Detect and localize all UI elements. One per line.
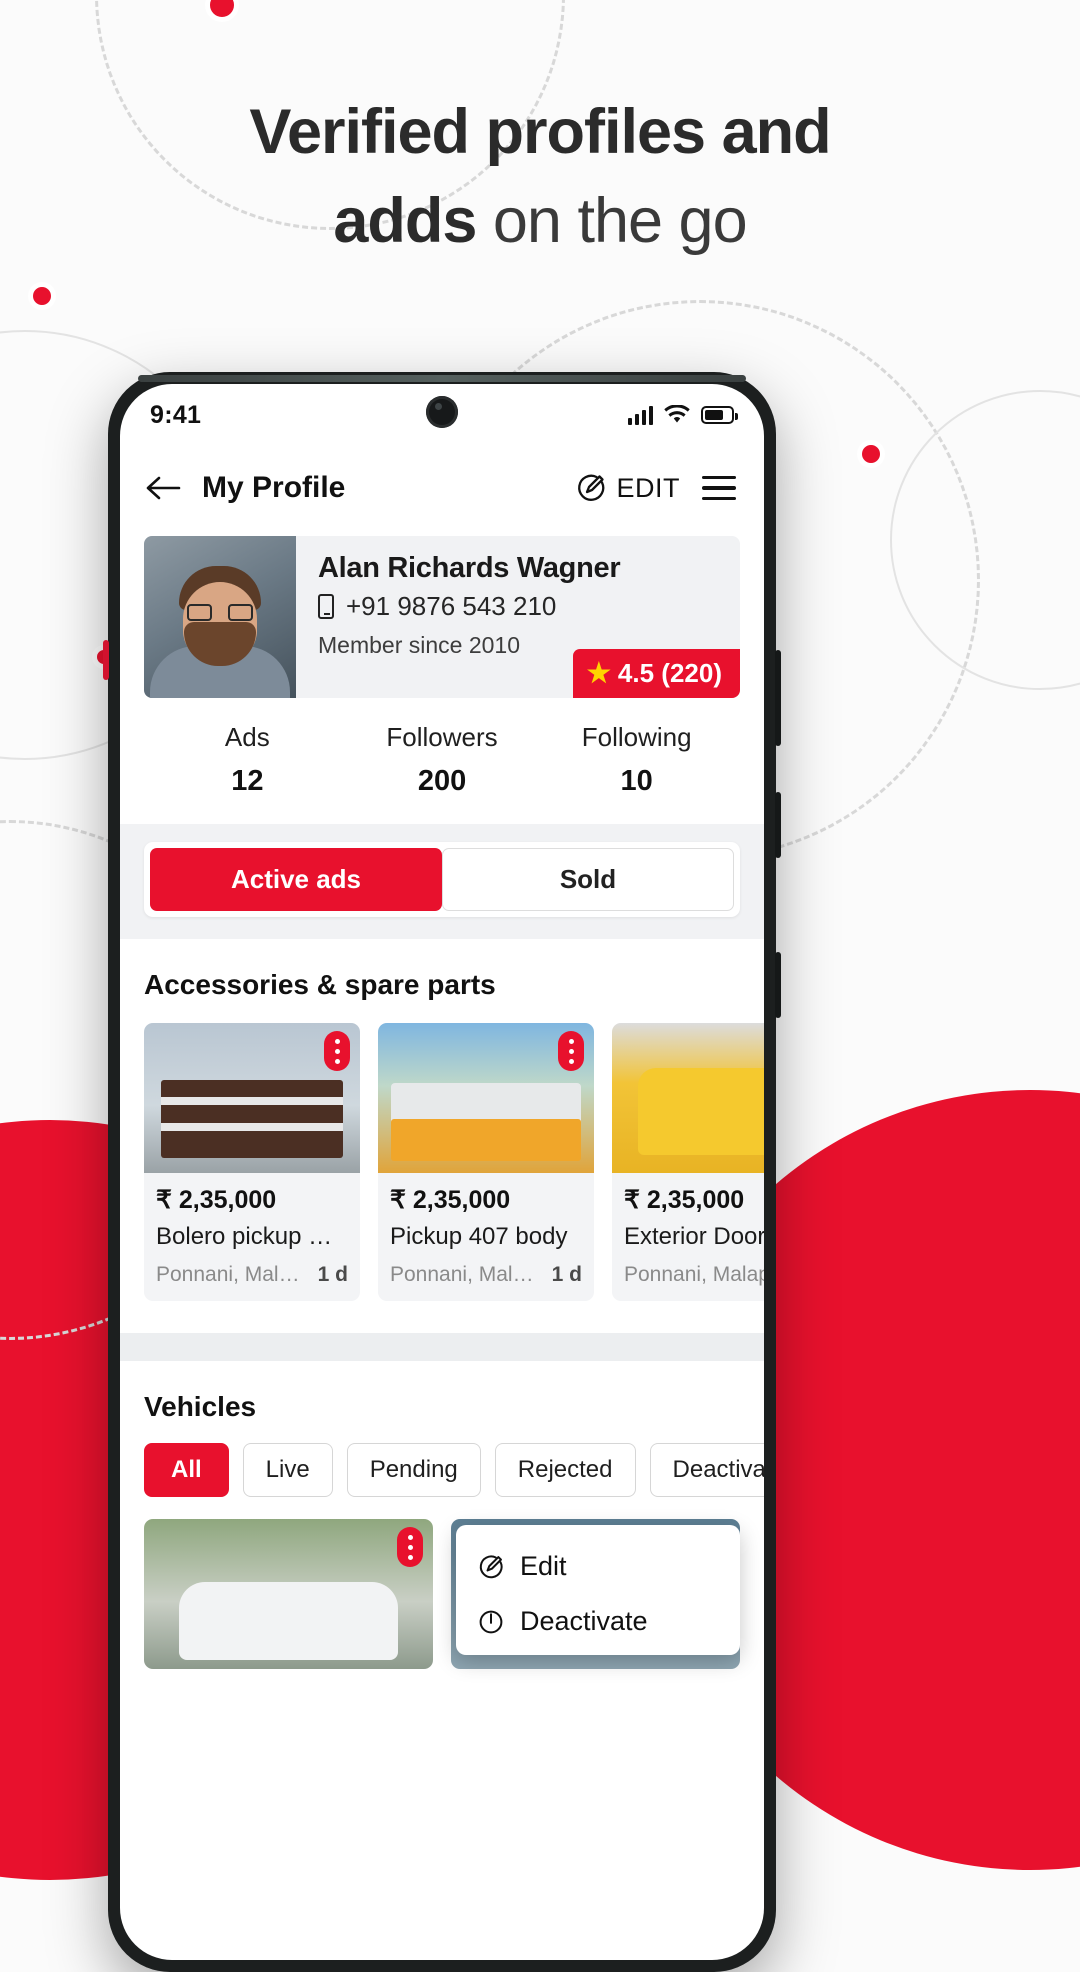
profile-name: Alan Richards Wagner bbox=[318, 552, 621, 584]
stat-followers-label: Followers bbox=[386, 722, 498, 752]
accessories-section: Accessories & spare parts ₹ 2,35,000 Bol… bbox=[120, 939, 764, 1301]
rating-value: 4.5 (220) bbox=[617, 658, 722, 688]
edit-button-label: EDIT bbox=[616, 472, 680, 503]
phone-accent-button bbox=[103, 640, 109, 680]
pencil-edit-icon bbox=[578, 474, 605, 501]
tab-sold[interactable]: Sold bbox=[442, 848, 734, 911]
profile-phone: +91 9876 543 210 bbox=[318, 591, 724, 622]
more-options-icon[interactable] bbox=[397, 1527, 423, 1567]
edit-button[interactable]: EDIT bbox=[576, 473, 680, 504]
more-options-icon[interactable] bbox=[558, 1031, 584, 1071]
battery-icon bbox=[701, 406, 738, 424]
more-options-icon[interactable] bbox=[324, 1031, 350, 1071]
stat-ads-value: 12 bbox=[231, 765, 264, 797]
status-icons bbox=[628, 405, 738, 425]
profile-info: Alan Richards Wagner +91 9876 543 210 Me… bbox=[296, 536, 740, 698]
list-item[interactable] bbox=[144, 1519, 433, 1669]
listing-location: Ponnani, Malapp... bbox=[390, 1263, 544, 1286]
back-arrow-icon[interactable] bbox=[146, 475, 182, 501]
vehicle-filters: All Live Pending Rejected Deactivated bbox=[144, 1443, 764, 1497]
headline-line2-rest: on the go bbox=[476, 186, 748, 257]
stat-ads-label: Ads bbox=[224, 722, 270, 752]
vehicles-section: Vehicles All Live Pending Rejected Deact… bbox=[120, 1361, 764, 1669]
status-time: 9:41 bbox=[150, 400, 202, 429]
deactivate-icon bbox=[479, 1610, 503, 1633]
headline-line2-bold: adds bbox=[333, 186, 477, 257]
phone-volume-up-button bbox=[775, 792, 781, 858]
profile-phone-number: +91 9876 543 210 bbox=[346, 591, 557, 621]
front-camera-icon bbox=[426, 396, 458, 428]
stat-followers-value: 200 bbox=[417, 765, 467, 797]
stat-ads: Ads 12 bbox=[150, 722, 345, 798]
accessories-title: Accessories & spare parts bbox=[144, 969, 496, 1000]
list-item[interactable]: ₹ 2,35,000 Bolero pickup Bac... Ponnani,… bbox=[144, 1023, 360, 1301]
hamburger-menu-icon[interactable] bbox=[700, 472, 738, 504]
menu-item-deactivate[interactable]: Deactivate bbox=[456, 1594, 740, 1649]
profile-card: Alan Richards Wagner +91 9876 543 210 Me… bbox=[144, 536, 740, 698]
phone-volume-down-button bbox=[775, 952, 781, 1018]
listing-location: Ponnani, Malapp... bbox=[156, 1263, 310, 1286]
signal-bars-icon bbox=[628, 405, 653, 425]
phone-mockup: 9:41 My Profile EDIT Alan Richards Wagne… bbox=[103, 372, 781, 1972]
accent-dot-left bbox=[28, 282, 56, 310]
headline-line1: Verified profiles and bbox=[249, 97, 831, 167]
tab-active-ads[interactable]: Active ads bbox=[150, 848, 442, 911]
vehicle-card-list: Edit Deactivate bbox=[144, 1519, 740, 1669]
listing-image bbox=[612, 1023, 764, 1173]
list-item[interactable]: ₹ 2,35,000 Exterior Door Pa Ponnani, Mal… bbox=[612, 1023, 764, 1301]
phone-power-button bbox=[775, 650, 781, 746]
status-bar: 9:41 bbox=[120, 384, 764, 446]
accent-dot-right bbox=[857, 440, 885, 468]
listing-age: 1 d bbox=[317, 1263, 348, 1286]
mobile-phone-icon bbox=[318, 594, 334, 619]
stat-following-label: Following bbox=[581, 722, 692, 752]
wifi-icon bbox=[664, 405, 690, 423]
listing-name: Exterior Door Pa bbox=[624, 1223, 764, 1250]
listing-age: 1 d bbox=[551, 1263, 582, 1286]
context-menu: Edit Deactivate bbox=[456, 1525, 740, 1655]
listing-price: ₹ 2,35,000 bbox=[390, 1186, 511, 1214]
star-icon: ★ bbox=[586, 658, 611, 688]
accessories-card-list: ₹ 2,35,000 Bolero pickup Bac... Ponnani,… bbox=[144, 1023, 764, 1301]
listing-price: ₹ 2,35,000 bbox=[624, 1186, 745, 1214]
profile-stats: Ads 12 Followers 200 Following 10 bbox=[120, 698, 764, 824]
app-bar: My Profile EDIT bbox=[120, 446, 764, 530]
menu-item-deactivate-label: Deactivate bbox=[520, 1606, 648, 1636]
listing-name: Pickup 407 body bbox=[390, 1223, 568, 1250]
filter-rejected[interactable]: Rejected bbox=[494, 1443, 636, 1497]
page-title-label: My Profile bbox=[202, 471, 346, 504]
tabs: Active ads Sold bbox=[144, 842, 740, 917]
list-item[interactable]: ₹ 2,35,000 Pickup 407 body Ponnani, Mala… bbox=[378, 1023, 594, 1301]
listing-name: Bolero pickup Bac... bbox=[156, 1223, 348, 1250]
pencil-edit-icon bbox=[479, 1554, 503, 1578]
listing-image bbox=[144, 1023, 360, 1173]
listing-image bbox=[378, 1023, 594, 1173]
listing-location: Ponnani, Malapp... bbox=[624, 1263, 764, 1286]
stat-following-value: 10 bbox=[620, 765, 653, 797]
filter-all[interactable]: All bbox=[144, 1443, 229, 1497]
section-divider bbox=[120, 1333, 764, 1361]
tabs-container: Active ads Sold bbox=[120, 824, 764, 939]
stat-following[interactable]: Following 10 bbox=[539, 722, 734, 798]
filter-deactivated[interactable]: Deactivated bbox=[649, 1443, 764, 1497]
filter-pending[interactable]: Pending bbox=[346, 1443, 481, 1497]
listing-price: ₹ 2,35,000 bbox=[156, 1186, 277, 1214]
page-title: Verified profiles and adds on the go bbox=[0, 88, 1080, 267]
stat-followers[interactable]: Followers 200 bbox=[345, 722, 540, 798]
phone-screen: 9:41 My Profile EDIT Alan Richards Wagne… bbox=[120, 384, 764, 1960]
vehicles-title: Vehicles bbox=[144, 1391, 257, 1422]
menu-item-edit-label: Edit bbox=[520, 1551, 567, 1581]
rating-badge: ★ 4.5 (220) bbox=[572, 649, 740, 698]
menu-item-edit[interactable]: Edit bbox=[456, 1539, 740, 1594]
filter-live[interactable]: Live bbox=[242, 1443, 333, 1497]
avatar bbox=[144, 536, 296, 698]
